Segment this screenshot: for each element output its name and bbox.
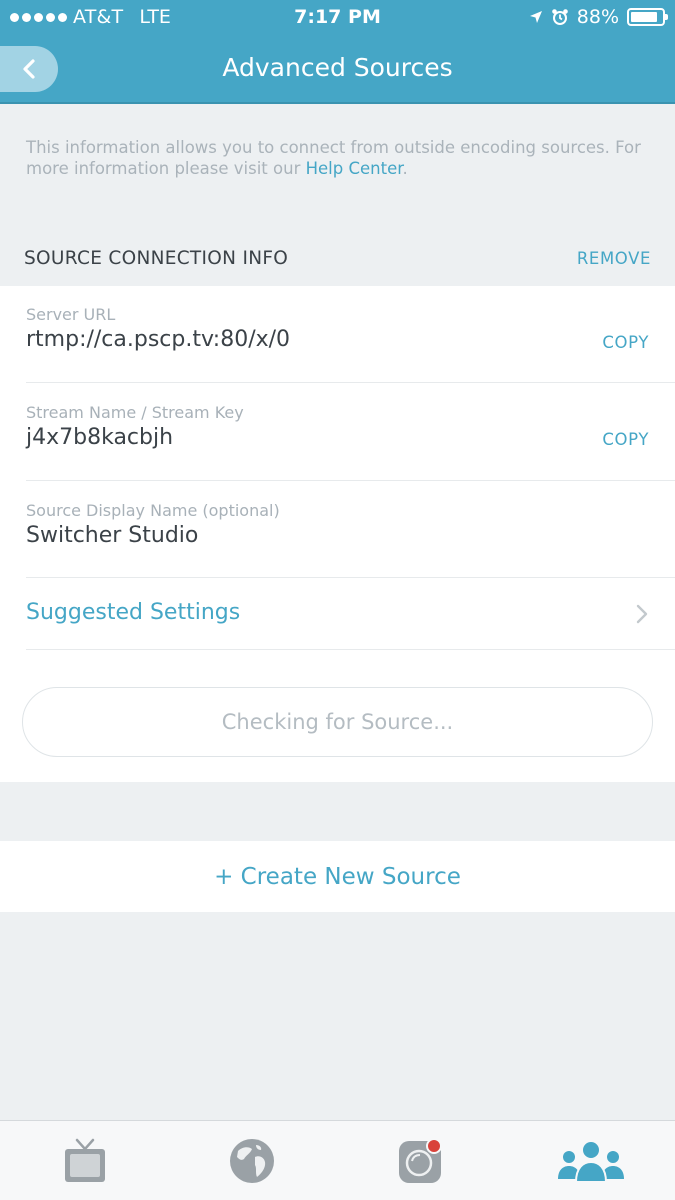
battery-icon	[627, 8, 668, 26]
create-new-source-label: + Create New Source	[214, 863, 461, 890]
battery-percentage: 88%	[576, 6, 619, 28]
tab-broadcast[interactable]	[391, 1133, 451, 1189]
help-center-link[interactable]: Help Center	[306, 159, 403, 178]
stream-key-label: Stream Name / Stream Key	[26, 403, 244, 422]
broadcast-camera-icon	[399, 1138, 442, 1183]
create-new-source-button[interactable]: + Create New Source	[0, 841, 675, 912]
page-title: Advanced Sources	[222, 53, 453, 82]
location-arrow-icon	[529, 11, 542, 23]
chevron-right-icon	[636, 604, 648, 624]
copy-server-url-button[interactable]: COPY	[602, 333, 649, 352]
globe-icon	[230, 1139, 274, 1183]
server-url-row: Server URL rtmp://ca.pscp.tv:80/x/0 COPY	[26, 286, 675, 383]
alarm-clock-icon	[551, 9, 568, 25]
tv-icon	[65, 1138, 105, 1182]
suggested-settings-row[interactable]: Suggested Settings	[26, 578, 675, 650]
tab-global[interactable]	[222, 1133, 282, 1189]
navigation-header: AT&T LTE 7:17 PM 88% Advanced Sources	[0, 0, 675, 104]
people-icon	[558, 1140, 624, 1183]
copy-stream-key-button[interactable]: COPY	[602, 430, 649, 449]
stream-key-row: Stream Name / Stream Key j4x7b8kacbjh CO…	[26, 383, 675, 481]
display-name-field[interactable]: Switcher Studio	[26, 523, 198, 548]
suggested-settings-label: Suggested Settings	[26, 600, 241, 625]
server-url-value: rtmp://ca.pscp.tv:80/x/0	[26, 327, 291, 352]
remove-button[interactable]: REMOVE	[577, 249, 651, 268]
status-right: 88%	[529, 6, 668, 28]
stream-key-value: j4x7b8kacbjh	[26, 425, 174, 450]
section-title: SOURCE CONNECTION INFO	[24, 248, 289, 269]
tab-bar	[0, 1120, 675, 1200]
display-name-label: Source Display Name (optional)	[26, 501, 280, 520]
display-name-row[interactable]: Source Display Name (optional) Switcher …	[26, 481, 675, 578]
tab-watch[interactable]	[55, 1133, 115, 1189]
intro-suffix: .	[402, 159, 408, 178]
server-url-label: Server URL	[26, 305, 116, 324]
intro-text: This information allows you to connect f…	[26, 137, 646, 179]
checking-source-button[interactable]: Checking for Source...	[22, 687, 653, 757]
status-bar: AT&T LTE 7:17 PM 88%	[0, 0, 675, 36]
tab-profile[interactable]	[555, 1133, 627, 1189]
